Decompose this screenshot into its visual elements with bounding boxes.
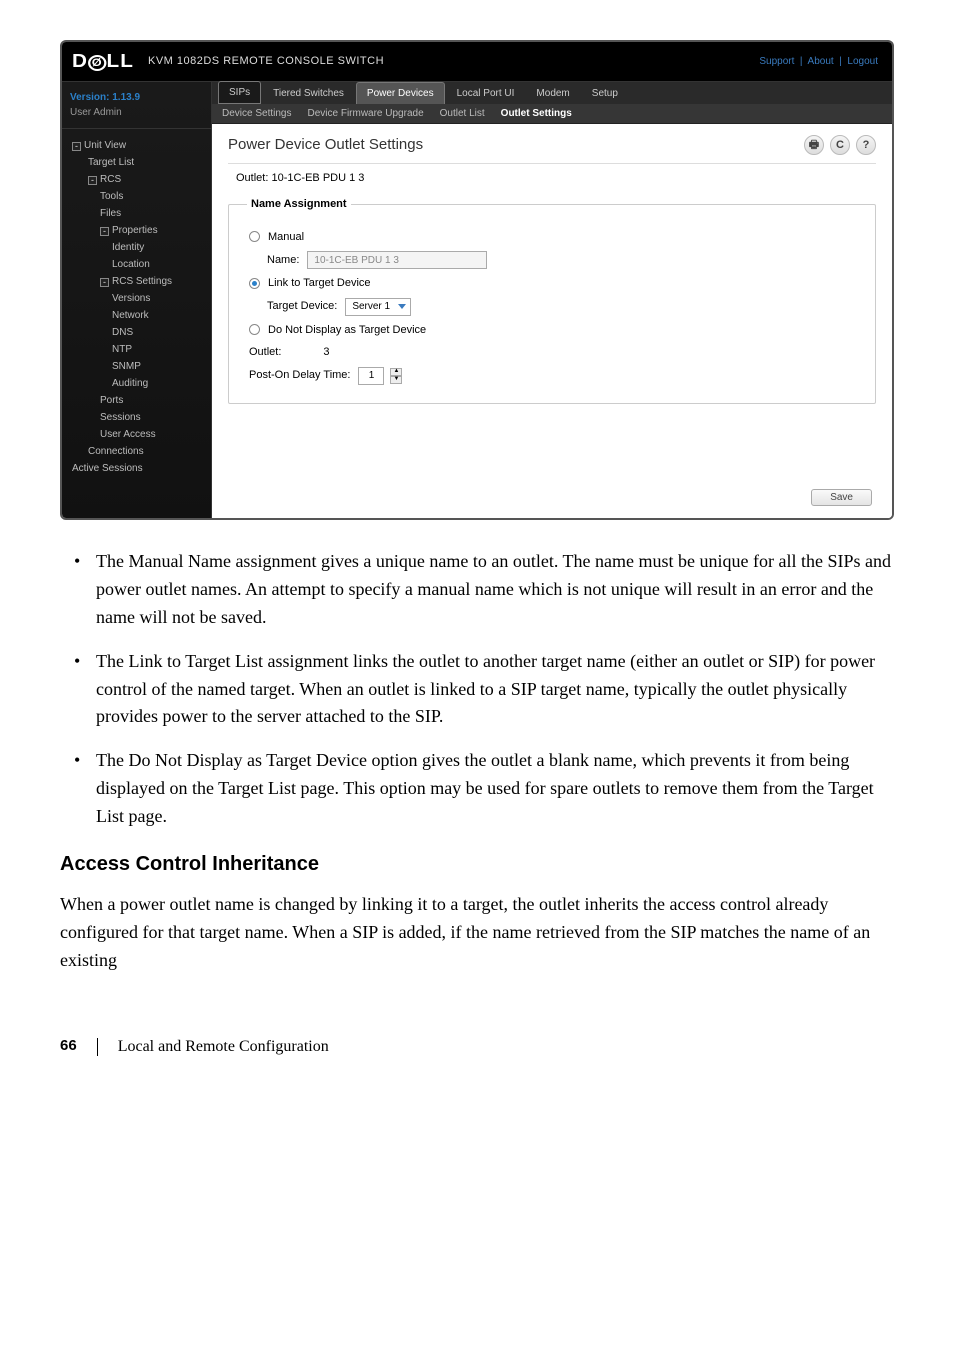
brand-logo: DØLL	[72, 48, 134, 75]
radio-manual-label: Manual	[268, 229, 304, 246]
body-paragraph: When a power outlet name is changed by l…	[60, 891, 894, 975]
tree-toggle-icon[interactable]: -	[100, 227, 109, 236]
subtab-outlet-settings[interactable]: Outlet Settings	[501, 106, 572, 121]
link-support[interactable]: Support	[759, 56, 794, 67]
subtab-device-firmware-upgrade[interactable]: Device Firmware Upgrade	[307, 106, 423, 121]
tree-unit-view[interactable]: Unit View	[84, 140, 126, 151]
tab-tiered-switches[interactable]: Tiered Switches	[263, 83, 354, 104]
user-admin-label: User Admin	[70, 105, 203, 120]
radio-do-not-display-label: Do Not Display as Target Device	[268, 322, 426, 339]
tab-power-devices[interactable]: Power Devices	[356, 82, 445, 104]
tab-sips[interactable]: SIPs	[218, 81, 261, 104]
tab-modem[interactable]: Modem	[526, 83, 579, 104]
tree-properties[interactable]: Properties	[112, 225, 158, 236]
sidebar: Version: 1.13.9 User Admin -Unit View Ta…	[62, 82, 212, 518]
bullet-list: The Manual Name assignment gives a uniqu…	[60, 548, 894, 831]
list-item: The Manual Name assignment gives a uniqu…	[60, 548, 894, 632]
outlet-identifier: Outlet: 10-1C-EB PDU 1 3	[236, 170, 876, 187]
radio-do-not-display[interactable]	[249, 324, 260, 335]
footer-chapter-title: Local and Remote Configuration	[118, 1035, 329, 1059]
tree-sessions[interactable]: Sessions	[100, 412, 141, 423]
tree-toggle-icon[interactable]: -	[88, 176, 97, 185]
list-item: The Link to Target List assignment links…	[60, 648, 894, 732]
secondary-tabs: Device Settings Device Firmware Upgrade …	[212, 104, 892, 124]
fieldset-legend: Name Assignment	[247, 196, 351, 213]
print-icon[interactable]: 🖶	[804, 135, 824, 155]
tree-ports[interactable]: Ports	[100, 395, 123, 406]
refresh-icon[interactable]: C	[830, 135, 850, 155]
primary-tabs: SIPs Tiered Switches Power Devices Local…	[212, 82, 892, 104]
tree-user-access[interactable]: User Access	[100, 429, 156, 440]
page-footer: 66 Local and Remote Configuration	[60, 1035, 894, 1059]
version-label: Version: 1.13.9	[70, 90, 203, 105]
tree-snmp[interactable]: SNMP	[112, 361, 141, 372]
app-screenshot: DØLL KVM 1082DS REMOTE CONSOLE SWITCH Su…	[60, 40, 894, 520]
name-label: Name:	[267, 252, 299, 269]
radio-manual[interactable]	[249, 231, 260, 242]
target-device-label: Target Device:	[267, 298, 337, 315]
name-assignment-fieldset: Name Assignment Manual Name: 10-1C-EB PD…	[228, 196, 876, 404]
post-on-delay-input[interactable]: 1	[358, 367, 384, 385]
subtab-outlet-list[interactable]: Outlet List	[440, 106, 485, 121]
tree-rcs[interactable]: RCS	[100, 174, 121, 185]
spinner-up-icon[interactable]: ▲	[390, 368, 402, 376]
nav-tree: -Unit View Target List -RCS Tools Files …	[62, 129, 211, 518]
app-topbar: DØLL KVM 1082DS REMOTE CONSOLE SWITCH Su…	[62, 42, 892, 82]
tree-rcs-settings[interactable]: RCS Settings	[112, 276, 172, 287]
app-title: KVM 1082DS REMOTE CONSOLE SWITCH	[148, 53, 384, 70]
tree-identity[interactable]: Identity	[112, 242, 144, 253]
tree-target-list[interactable]: Target List	[88, 157, 134, 168]
name-input[interactable]: 10-1C-EB PDU 1 3	[307, 251, 487, 269]
tree-toggle-icon[interactable]: -	[72, 142, 81, 151]
help-icon[interactable]: ?	[856, 135, 876, 155]
page-title: Power Device Outlet Settings	[228, 134, 423, 157]
spinner-down-icon[interactable]: ▼	[390, 376, 402, 384]
tree-location[interactable]: Location	[112, 259, 150, 270]
tab-local-port-ui[interactable]: Local Port UI	[447, 83, 525, 104]
footer-separator	[97, 1038, 98, 1056]
content-panel: Power Device Outlet Settings 🖶 C ? Outle…	[212, 124, 892, 518]
tree-versions[interactable]: Versions	[112, 293, 150, 304]
tree-tools[interactable]: Tools	[100, 191, 123, 202]
tree-dns[interactable]: DNS	[112, 327, 133, 338]
outlet-number-label: Outlet:	[249, 344, 281, 361]
list-item: The Do Not Display as Target Device opti…	[60, 747, 894, 831]
tree-ntp[interactable]: NTP	[112, 344, 132, 355]
outlet-number-value: 3	[323, 344, 329, 361]
target-device-select[interactable]: Server 1	[345, 298, 411, 316]
tree-files[interactable]: Files	[100, 208, 121, 219]
link-about[interactable]: About	[808, 56, 834, 67]
radio-link-target-label: Link to Target Device	[268, 275, 371, 292]
save-button[interactable]: Save	[811, 489, 872, 506]
link-logout[interactable]: Logout	[847, 56, 878, 67]
tab-setup[interactable]: Setup	[582, 83, 628, 104]
post-on-delay-label: Post-On Delay Time:	[249, 367, 350, 384]
radio-link-target[interactable]	[249, 278, 260, 289]
tree-active-sessions[interactable]: Active Sessions	[72, 463, 143, 474]
tree-toggle-icon[interactable]: -	[100, 278, 109, 287]
subtab-device-settings[interactable]: Device Settings	[222, 106, 291, 121]
tree-network[interactable]: Network	[112, 310, 149, 321]
page-number: 66	[60, 1035, 77, 1058]
tree-connections[interactable]: Connections	[88, 446, 144, 457]
section-heading: Access Control Inheritance	[60, 849, 894, 879]
tree-auditing[interactable]: Auditing	[112, 378, 148, 389]
